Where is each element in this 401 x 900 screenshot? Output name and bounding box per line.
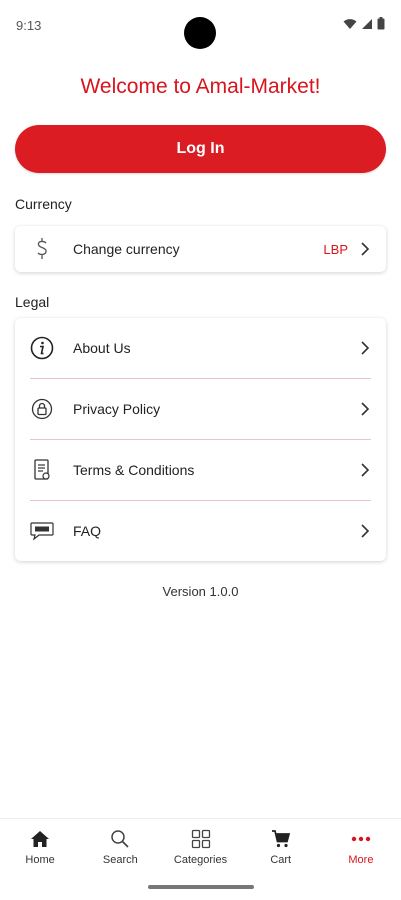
dollar-icon (29, 236, 55, 262)
nav-search[interactable]: Search (80, 819, 160, 879)
privacy-policy-label: Privacy Policy (73, 401, 161, 417)
wifi-icon (343, 18, 357, 29)
status-time: 9:13 (16, 18, 42, 33)
currency-card: Change currency LBP (15, 226, 386, 272)
change-currency-row[interactable]: Change currency LBP (15, 226, 386, 272)
info-icon (29, 335, 55, 361)
privacy-policy-row[interactable]: Privacy Policy (15, 379, 386, 439)
currency-value: LBP (323, 241, 348, 257)
document-icon (29, 457, 55, 483)
status-icons (343, 17, 385, 30)
nav-home-label: Home (25, 854, 55, 866)
nav-categories-label: Categories (173, 854, 228, 866)
login-button[interactable]: Log In (15, 125, 386, 173)
nav-more[interactable]: More (321, 819, 401, 879)
version-text: Version 1.0.0 (162, 584, 239, 599)
section-title-currency: Currency (15, 196, 72, 212)
cart-icon (271, 828, 291, 850)
nav-more-label: More (348, 854, 374, 866)
status-bar: 9:13 (0, 0, 401, 50)
faq-row[interactable]: FAQ (15, 501, 386, 561)
more-dots-icon (351, 828, 371, 850)
nav-home[interactable]: Home (0, 819, 80, 879)
home-icon (30, 828, 50, 850)
chevron-right-icon (361, 341, 370, 355)
about-us-label: About Us (73, 340, 131, 356)
faq-icon (29, 518, 55, 544)
camera-cutout (184, 17, 216, 49)
battery-icon (377, 17, 385, 30)
lock-icon (29, 396, 55, 422)
section-title-legal: Legal (15, 294, 50, 310)
chevron-right-icon (361, 463, 370, 477)
nav-search-label: Search (102, 854, 138, 866)
nav-cart[interactable]: Cart (241, 819, 321, 879)
legal-card: About Us Privacy Policy Terms & Conditio… (15, 318, 386, 561)
nav-cart-label: Cart (270, 854, 292, 866)
chevron-right-icon (361, 402, 370, 416)
change-currency-label: Change currency (73, 241, 180, 257)
search-icon (110, 828, 130, 850)
bottom-nav: Home Search Categories Cart More (0, 818, 401, 879)
nav-categories[interactable]: Categories (160, 819, 240, 879)
cellular-signal-icon (362, 18, 372, 29)
grid-icon (191, 828, 211, 850)
about-us-row[interactable]: About Us (15, 318, 386, 378)
faq-label: FAQ (73, 523, 102, 539)
chevron-right-icon (361, 242, 370, 256)
gesture-handle[interactable] (148, 885, 254, 889)
terms-conditions-row[interactable]: Terms & Conditions (15, 440, 386, 500)
chevron-right-icon (361, 524, 370, 538)
welcome-title: Welcome to Amal-Market! (80, 75, 321, 98)
terms-conditions-label: Terms & Conditions (73, 462, 195, 478)
